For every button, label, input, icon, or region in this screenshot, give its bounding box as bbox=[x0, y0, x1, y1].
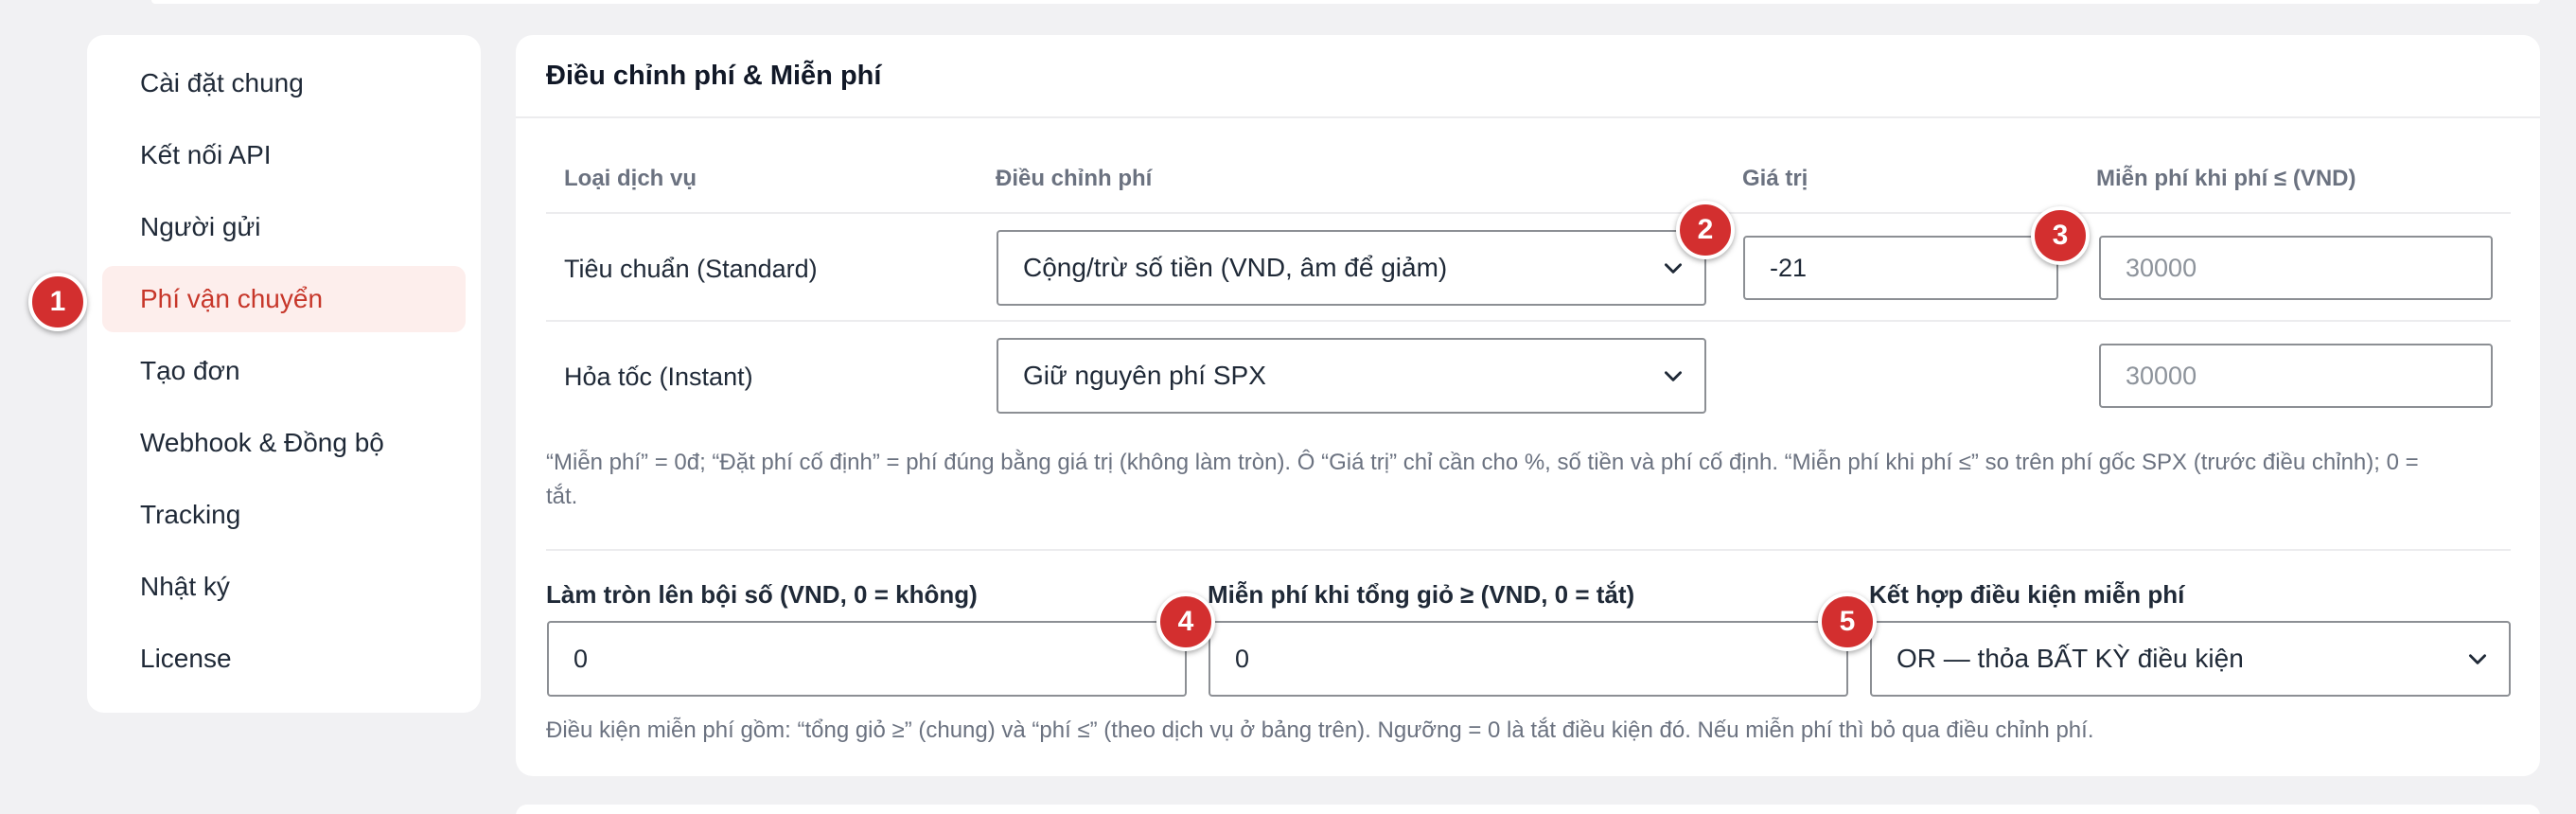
chevron-down-icon bbox=[1665, 263, 1682, 274]
sidebar-item-license[interactable]: License bbox=[102, 626, 466, 692]
input-placeholder: 30000 bbox=[2126, 361, 2197, 390]
annotation-badge-1: 1 bbox=[28, 273, 87, 331]
sidebar-item-label: Cài đặt chung bbox=[140, 68, 304, 97]
column-header-value: Giá trị bbox=[1742, 166, 1808, 191]
table-help-text: “Miễn phí” = 0đ; “Đặt phí cố định” = phí… bbox=[546, 446, 2524, 514]
cart-free-label: Miễn phí khi tổng giỏ ≥ (VND, 0 = tắt) bbox=[1208, 580, 1635, 609]
sidebar-item-label: Người gửi bbox=[140, 212, 261, 241]
column-header-free-when: Miễn phí khi phí ≤ (VND) bbox=[2096, 166, 2356, 191]
table-help-line: “Miễn phí” = 0đ; “Đặt phí cố định” = phí… bbox=[546, 450, 2419, 475]
sidebar-item-label: Tracking bbox=[140, 500, 241, 529]
sidebar-item-create-order[interactable]: Tạo đơn bbox=[102, 338, 466, 404]
sidebar-item-webhook-sync[interactable]: Webhook & Đồng bộ bbox=[102, 410, 466, 476]
sidebar-item-shipping-fee[interactable]: Phí vận chuyển bbox=[102, 266, 466, 332]
rounding-label: Làm tròn lên bội số (VND, 0 = không) bbox=[546, 580, 978, 609]
chevron-down-icon bbox=[2469, 654, 2486, 664]
sidebar-item-general[interactable]: Cài đặt chung bbox=[102, 50, 466, 116]
row-service-standard: Tiêu chuẩn (Standard) bbox=[564, 254, 818, 283]
input-value: -21 bbox=[1770, 253, 1808, 282]
annotation-badge-4: 4 bbox=[1156, 593, 1215, 651]
combine-label: Kết hợp điều kiện miễn phí bbox=[1869, 580, 2185, 609]
select-value: OR — thỏa BẤT KỲ điều kiện bbox=[1897, 644, 2244, 673]
annotation-badge-3: 3 bbox=[2031, 206, 2090, 265]
select-value: Cộng/trừ số tiền (VND, âm để giảm) bbox=[1023, 253, 1448, 282]
sidebar-item-label: Tạo đơn bbox=[140, 356, 240, 385]
sidebar-item-label: Nhật ký bbox=[140, 572, 230, 601]
adjust-select-instant[interactable]: Giữ nguyên phí SPX bbox=[997, 338, 1706, 414]
input-placeholder: 30000 bbox=[2126, 253, 2197, 282]
sidebar-item-label: Webhook & Đồng bộ bbox=[140, 428, 384, 457]
column-header-adjust: Điều chỉnh phí bbox=[996, 166, 1153, 191]
table-divider bbox=[546, 212, 2511, 214]
row-service-instant: Hỏa tốc (Instant) bbox=[564, 362, 753, 391]
annotation-badge-5: 5 bbox=[1818, 593, 1877, 651]
annotation-badge-2: 2 bbox=[1676, 201, 1735, 259]
table-row-divider bbox=[546, 320, 2511, 322]
fee-adjustment-card: Điều chỉnh phí & Miễn phí Loại dịch vụ Đ… bbox=[516, 35, 2540, 776]
free-when-input-standard[interactable]: 30000 bbox=[2099, 236, 2493, 300]
card-title: Điều chỉnh phí & Miễn phí bbox=[516, 35, 2540, 118]
free-conditions-help-text: Điều kiện miễn phí gồm: “tổng giỏ ≥” (ch… bbox=[546, 717, 2094, 743]
sidebar-item-label: License bbox=[140, 644, 232, 673]
next-card-edge bbox=[516, 805, 2540, 814]
column-header-service: Loại dịch vụ bbox=[564, 166, 697, 191]
free-when-input-instant[interactable]: 30000 bbox=[2099, 344, 2493, 408]
sidebar-item-log[interactable]: Nhật ký bbox=[102, 554, 466, 620]
sidebar-item-label: Phí vận chuyển bbox=[140, 284, 324, 313]
table-help-line: tắt. bbox=[546, 484, 578, 509]
combine-select[interactable]: OR — thỏa BẤT KỲ điều kiện bbox=[1870, 621, 2511, 697]
cart-free-input[interactable]: 0 bbox=[1209, 621, 1848, 697]
sidebar-item-sender[interactable]: Người gửi bbox=[102, 194, 466, 260]
rounding-input[interactable]: 0 bbox=[547, 621, 1187, 697]
input-value: 0 bbox=[1235, 644, 1250, 673]
adjust-select-standard[interactable]: Cộng/trừ số tiền (VND, âm để giảm) bbox=[997, 230, 1706, 306]
sidebar-item-label: Kết nối API bbox=[140, 140, 272, 169]
select-value: Giữ nguyên phí SPX bbox=[1023, 361, 1266, 390]
sidebar-item-tracking[interactable]: Tracking bbox=[102, 482, 466, 548]
section-divider bbox=[546, 549, 2511, 551]
settings-sidebar: Cài đặt chung Kết nối API Người gửi Phí … bbox=[87, 35, 481, 713]
previous-card-edge bbox=[151, 0, 2540, 4]
chevron-down-icon bbox=[1665, 371, 1682, 381]
value-input-standard[interactable]: -21 bbox=[1743, 236, 2058, 300]
input-value: 0 bbox=[573, 644, 589, 673]
sidebar-item-api[interactable]: Kết nối API bbox=[102, 122, 466, 188]
